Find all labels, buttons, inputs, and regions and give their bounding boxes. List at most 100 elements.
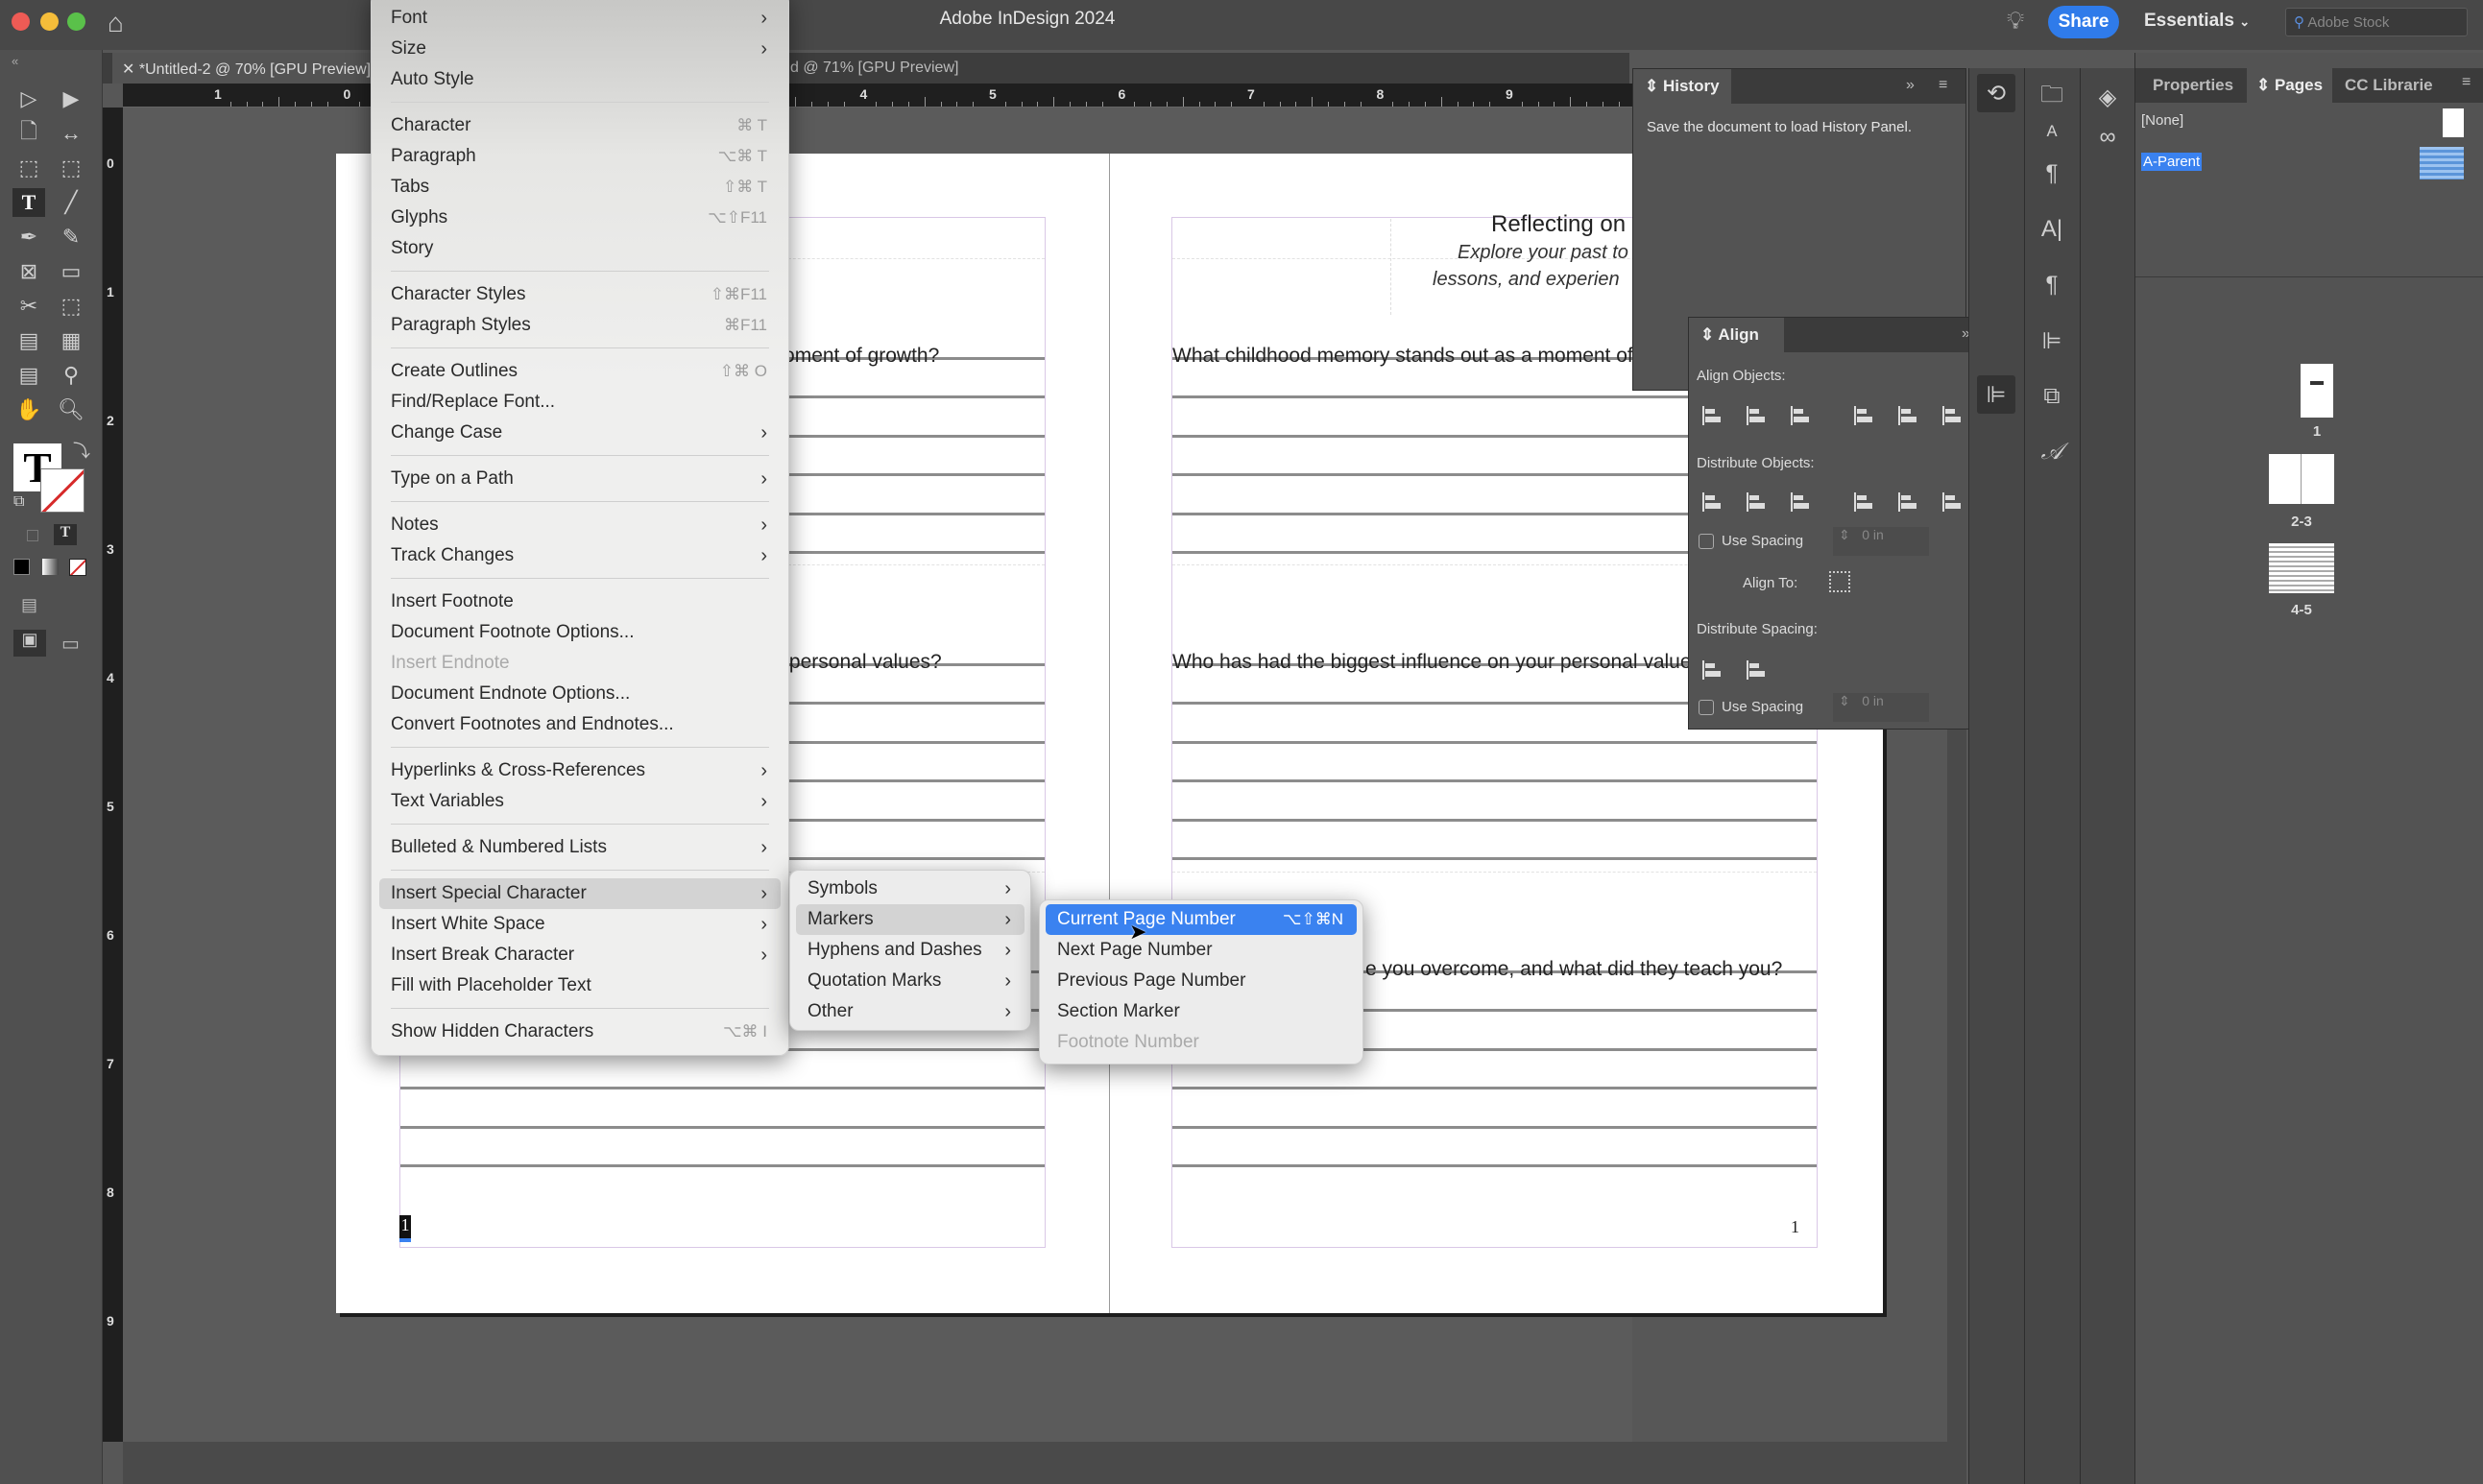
content-collector-icon[interactable]: ⬚ — [12, 154, 45, 182]
distribute-bottom-icon[interactable] — [1789, 491, 1812, 514]
preflight-icon[interactable]: ▤ — [21, 595, 37, 615]
character-icon[interactable]: A| — [2033, 210, 2071, 249]
apply-none-icon[interactable] — [69, 559, 86, 576]
eyedropper-tool-icon[interactable]: ⚲ — [55, 361, 87, 390]
menu-item-character[interactable]: Character ⌘ T — [379, 110, 781, 141]
menu-item-insert-footnote[interactable]: Insert Footnote — [379, 586, 781, 617]
character-styles-icon[interactable]: ᴬ — [2033, 116, 2071, 155]
formatting-text-icon[interactable]: T — [54, 524, 77, 545]
distribute-horizontal-center-icon[interactable] — [1896, 491, 1919, 514]
use-spacing-checkbox-2[interactable] — [1699, 700, 1714, 715]
history-icon[interactable]: ⟲ — [1977, 74, 2015, 112]
menu-item-previous-page-number[interactable]: Previous Page Number — [1046, 966, 1357, 996]
type-tool-icon[interactable]: T — [12, 188, 45, 217]
menu-item-change-case[interactable]: Change Case › — [379, 418, 781, 448]
menu-item-character-styles[interactable]: Character Styles ⇧⌘F11 — [379, 279, 781, 310]
menu-item-type-on-a-path[interactable]: Type on a Path › — [379, 464, 781, 494]
align-panel-icon[interactable]: ⊫ — [2033, 322, 2071, 360]
menu-item-insert-break-character[interactable]: Insert Break Character › — [379, 940, 781, 970]
menu-item-glyphs[interactable]: Glyphs ⌥⇧F11 — [379, 203, 781, 233]
document-tab-active[interactable]: ✕ *Untitled-2 @ 70% [GPU Preview] — [112, 53, 381, 84]
paragraph-styles-icon[interactable]: ¶ — [2033, 155, 2071, 193]
gradient-swatch-tool-icon[interactable]: ▤ — [12, 326, 45, 355]
menu-item-notes[interactable]: Notes › — [379, 510, 781, 540]
vertical-ruler[interactable]: 0 1 2 3 4 5 6 7 8 9 — [103, 108, 123, 1442]
page-thumbnail-2-3[interactable] — [2269, 454, 2334, 504]
default-colors-icon[interactable]: ⧉ — [13, 493, 24, 511]
formatting-container-icon[interactable] — [27, 530, 38, 541]
menu-item-next-page-number[interactable]: Next Page Number — [1046, 935, 1357, 966]
scissors-tool-icon[interactable]: ✂ — [12, 292, 45, 321]
menu-item-quotation-marks[interactable]: Quotation Marks › — [796, 966, 1025, 996]
stepper-icon[interactable]: ⇕ — [1839, 693, 1850, 708]
tab-cc-libraries[interactable]: CC Librarie — [2335, 68, 2443, 103]
tab-pages[interactable]: ⇕ Pages — [2247, 68, 2333, 103]
parent-a-parent[interactable]: A-Parent — [2141, 153, 2203, 171]
menu-item-fill-with-placeholder-text[interactable]: Fill with Placeholder Text — [379, 970, 781, 1001]
document-tab[interactable]: d @ 71% [GPU Preview] — [781, 53, 968, 84]
align-left-icon[interactable] — [1700, 404, 1724, 427]
selection-tool-icon[interactable]: ▷ — [12, 84, 45, 113]
parent-none[interactable]: [None] — [2141, 112, 2183, 129]
menu-item-convert-footnotes-and-endnotes[interactable]: Convert Footnotes and Endnotes... — [379, 709, 781, 740]
stroke-swatch[interactable] — [40, 468, 84, 513]
panel-menu-icon[interactable]: ≡ — [2462, 74, 2471, 91]
apply-color-icon[interactable] — [13, 559, 30, 575]
normal-view-icon[interactable]: ▣ — [13, 630, 46, 657]
menu-item-paragraph[interactable]: Paragraph ⌥⌘ T — [379, 141, 781, 172]
distribute-vertical-center-icon[interactable] — [1745, 491, 1768, 514]
zoom-tool-icon[interactable]: 🔍︎ — [55, 395, 87, 424]
horizontal-ruler[interactable]: 1012345678910 — [123, 84, 1749, 108]
spacing-input-2[interactable]: ⇕ 0 in — [1833, 693, 1929, 722]
parent-a-thumbnail[interactable] — [2420, 147, 2464, 180]
menu-item-hyphens-and-dashes[interactable]: Hyphens and Dashes › — [796, 935, 1025, 966]
panel-menu-icon[interactable]: ≡ — [1939, 77, 1947, 94]
layers-icon[interactable]: ◈ — [2088, 78, 2127, 116]
distribute-top-icon[interactable] — [1700, 491, 1724, 514]
share-button[interactable]: Share — [2048, 6, 2119, 38]
menu-item-hyperlinks-cross-references[interactable]: Hyperlinks & Cross-References › — [379, 755, 781, 786]
paragraph-icon[interactable]: ¶ — [2033, 266, 2071, 304]
align-right-icon[interactable] — [1789, 404, 1812, 427]
menu-item-show-hidden-characters[interactable]: Show Hidden Characters ⌥⌘ I — [379, 1017, 781, 1047]
direct-selection-tool-icon[interactable]: ▶ — [55, 84, 87, 113]
adobe-stock-search[interactable]: ⚲ Adobe Stock — [2285, 8, 2468, 36]
content-placer-icon[interactable]: ⬚ — [55, 154, 87, 182]
menu-item-current-page-number[interactable]: Current Page Number ⌥⇧⌘N — [1046, 904, 1357, 935]
hand-tool-icon[interactable]: ✋ — [12, 395, 45, 424]
pen-tool-icon[interactable]: ✒ — [12, 223, 45, 251]
rectangle-tool-icon[interactable]: ▭ — [55, 257, 87, 286]
apply-gradient-icon[interactable] — [42, 559, 59, 575]
menu-item-create-outlines[interactable]: Create Outlines ⇧⌘ O — [379, 356, 781, 387]
spacing-input[interactable]: ⇕ 0 in — [1833, 527, 1929, 556]
menu-item-symbols[interactable]: Symbols › — [796, 874, 1025, 904]
horizontal-scrollbar[interactable] — [123, 1442, 1947, 1484]
align-vertical-center-icon[interactable] — [1896, 404, 1919, 427]
menu-item-auto-style[interactable]: Auto Style — [379, 64, 781, 95]
rectangle-frame-tool-icon[interactable]: ⊠ — [12, 257, 45, 286]
menu-item-find-replace-font[interactable]: Find/Replace Font... — [379, 387, 781, 418]
tab-properties[interactable]: Properties — [2143, 68, 2243, 103]
cc-libraries-icon[interactable]: 🗀︎ — [2033, 78, 2071, 116]
links-icon[interactable]: ∞ — [2088, 118, 2127, 156]
use-spacing-checkbox[interactable] — [1699, 534, 1714, 549]
gradient-feather-tool-icon[interactable]: ▦ — [55, 326, 87, 355]
menu-item-document-footnote-options[interactable]: Document Footnote Options... — [379, 617, 781, 648]
gap-tool-icon[interactable]: ↔ — [55, 119, 87, 148]
align-horizontal-center-icon[interactable] — [1745, 404, 1768, 427]
page-tool-icon[interactable]: 🗋︎ — [12, 119, 45, 148]
pathfinder-icon[interactable]: ⧉ — [2033, 377, 2071, 416]
menu-item-document-endnote-options[interactable]: Document Endnote Options... — [379, 679, 781, 709]
menu-item-story[interactable]: Story — [379, 233, 781, 264]
align-icon[interactable]: ⊫ — [1977, 375, 2015, 414]
menu-item-size[interactable]: Size › — [379, 34, 781, 64]
page-thumbnail-1[interactable] — [2301, 364, 2333, 418]
distribute-right-icon[interactable] — [1941, 491, 1964, 514]
collapse-panel-icon[interactable]: » — [1906, 77, 1915, 94]
history-tab[interactable]: ⇕ History — [1633, 69, 1731, 104]
free-transform-tool-icon[interactable]: ⬚ — [55, 292, 87, 321]
menu-item-markers[interactable]: Markers › — [796, 904, 1025, 935]
menu-item-track-changes[interactable]: Track Changes › — [379, 540, 781, 571]
workspace-switcher[interactable]: Essentials ⌄ — [2144, 11, 2250, 32]
glyphs-icon[interactable]: 𝒜 — [2033, 433, 2071, 471]
